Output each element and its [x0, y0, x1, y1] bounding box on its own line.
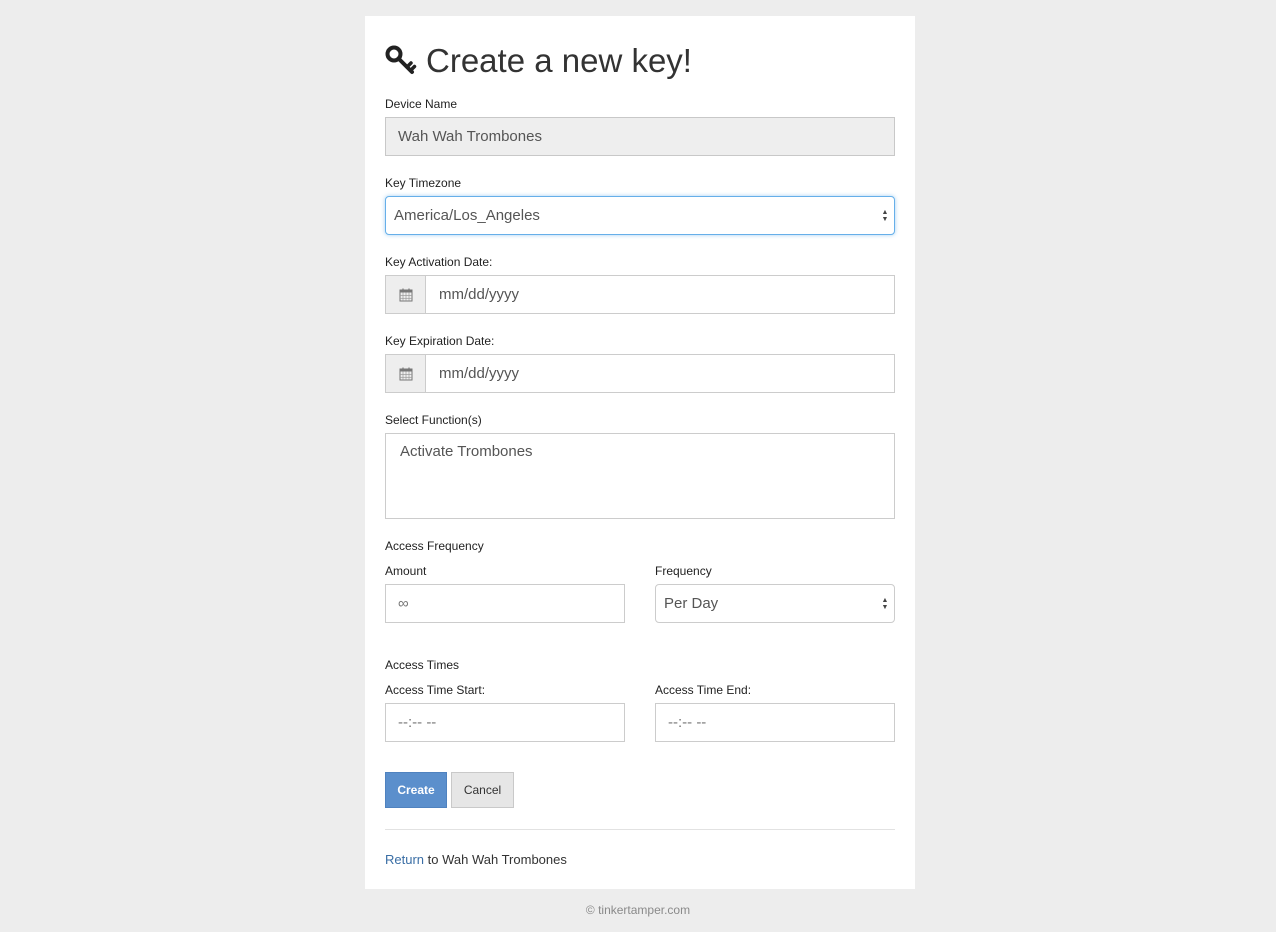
calendar-icon: [399, 367, 412, 380]
function-option[interactable]: Activate Trombones: [400, 443, 880, 460]
select-arrows-icon: ▲ ▼: [881, 596, 889, 611]
expiration-date-input[interactable]: mm/dd/yyyy: [425, 354, 895, 393]
access-time-end-input[interactable]: --:-- --: [655, 703, 895, 742]
return-line: Return to Wah Wah Trombones: [385, 852, 567, 867]
expiration-date-addon[interactable]: [385, 354, 425, 393]
amount-label: Amount: [385, 564, 427, 578]
amount-placeholder: ∞: [398, 595, 409, 612]
form-card: Create a new key! Device Name Wah Wah Tr…: [365, 16, 915, 889]
activation-date-input[interactable]: mm/dd/yyyy: [425, 275, 895, 314]
expiration-date-placeholder: mm/dd/yyyy: [439, 365, 520, 382]
divider: [385, 829, 895, 830]
page-title: Create a new key!: [385, 40, 692, 82]
access-time-end-placeholder: --:-- --: [668, 714, 707, 731]
access-time-end-label: Access Time End:: [655, 683, 752, 697]
calendar-icon: [399, 288, 412, 301]
activation-date-addon[interactable]: [385, 275, 425, 314]
access-time-start-input[interactable]: --:-- --: [385, 703, 625, 742]
device-name-field: Wah Wah Trombones: [385, 117, 895, 156]
frequency-label: Frequency: [655, 564, 712, 578]
footer-copyright: © tinkertamper.com: [585, 903, 691, 917]
expiration-date-label: Key Expiration Date:: [385, 334, 495, 348]
access-time-start-placeholder: --:-- --: [398, 714, 437, 731]
amount-input[interactable]: ∞: [385, 584, 625, 623]
page-title-text: Create a new key!: [426, 42, 692, 79]
device-name-label: Device Name: [385, 97, 458, 111]
timezone-select[interactable]: America/Los_Angeles ▲ ▼: [385, 196, 895, 235]
timezone-value: America/Los_Angeles: [394, 207, 540, 224]
return-suffix: to Wah Wah Trombones: [427, 852, 567, 867]
functions-label: Select Function(s): [385, 413, 482, 427]
create-button[interactable]: Create: [385, 772, 447, 808]
cancel-button[interactable]: Cancel: [451, 772, 514, 808]
activation-date-label: Key Activation Date:: [385, 255, 493, 269]
frequency-select[interactable]: Per Day ▲ ▼: [655, 584, 895, 623]
access-frequency-section-label: Access Frequency: [385, 539, 484, 553]
expiration-date-group: mm/dd/yyyy: [385, 354, 895, 393]
timezone-label: Key Timezone: [385, 176, 462, 190]
device-name-value: Wah Wah Trombones: [398, 128, 542, 145]
key-icon: [385, 45, 417, 74]
return-link[interactable]: Return: [385, 852, 424, 867]
activation-date-placeholder: mm/dd/yyyy: [439, 286, 520, 303]
select-arrows-icon: ▲ ▼: [881, 208, 889, 223]
activation-date-group: mm/dd/yyyy: [385, 275, 895, 314]
access-times-section-label: Access Times: [385, 658, 460, 672]
frequency-value: Per Day: [664, 595, 719, 612]
access-time-start-label: Access Time Start:: [385, 683, 486, 697]
functions-multiselect[interactable]: Activate Trombones: [385, 433, 895, 519]
